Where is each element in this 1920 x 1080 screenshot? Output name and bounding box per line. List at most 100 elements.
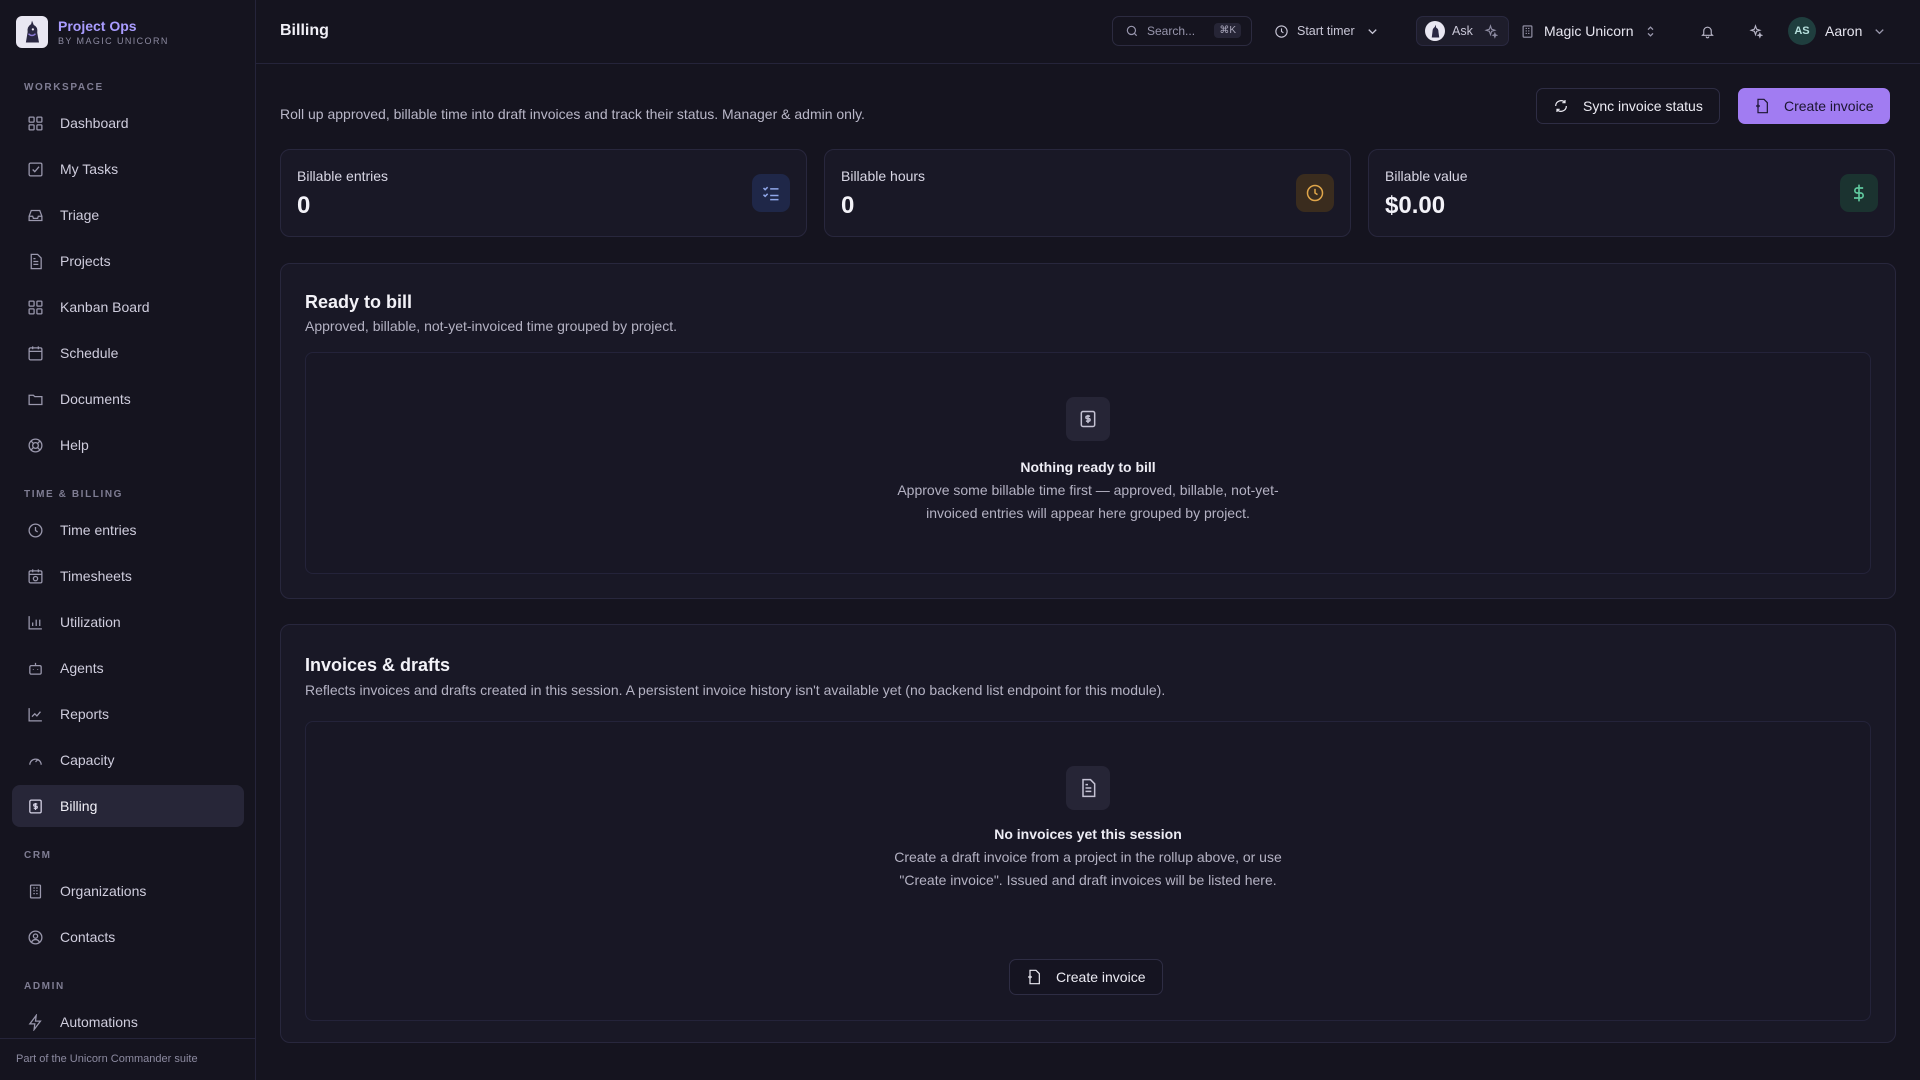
receipt-icon [1066, 397, 1110, 441]
sidebar-item-dashboard[interactable]: Dashboard [12, 102, 244, 144]
stat-label: Billable hours [841, 168, 926, 184]
sidebar-item-label: Documents [60, 391, 131, 407]
clock-icon [26, 521, 44, 539]
user-menu[interactable]: AS Aaron [1788, 16, 1887, 46]
panel-title: Invoices & drafts [305, 655, 451, 675]
sidebar-item-label: Organizations [60, 883, 147, 899]
folder-icon [26, 390, 44, 408]
stat-label: Billable entries [297, 168, 389, 184]
sidebar-item-label: Schedule [60, 345, 119, 361]
sidebar-item-organizations[interactable]: Organizations [12, 870, 244, 912]
ask-label: Ask [1452, 24, 1473, 38]
sidebar-item-label: Agents [60, 660, 104, 676]
create-invoice-label: Create invoice [1056, 969, 1146, 985]
org-switcher[interactable]: Magic Unicorn [1520, 16, 1658, 46]
section-label-workspace: WORKSPACE [24, 82, 104, 93]
assistant-avatar-icon [1425, 21, 1445, 41]
page-description: Roll up approved, billable time into dra… [280, 106, 865, 122]
line-chart-icon [26, 705, 44, 723]
search-shortcut: ⌘K [1214, 23, 1241, 38]
sidebar-item-label: Projects [60, 253, 111, 269]
stat-label: Billable value [1385, 168, 1468, 184]
section-label-time-billing: TIME & BILLING [24, 489, 124, 500]
section-label-crm: CRM [24, 850, 52, 861]
sidebar-item-documents[interactable]: Documents [12, 378, 244, 420]
notifications-button[interactable] [1692, 16, 1722, 46]
sidebar-item-reports[interactable]: Reports [12, 693, 244, 735]
empty-state: Nothing ready to bill Approve some billa… [305, 352, 1871, 574]
stat-card-billable-value: Billable value $0.00 [1368, 149, 1895, 237]
sidebar-item-my-tasks[interactable]: My Tasks [12, 148, 244, 190]
gauge-icon [26, 751, 44, 769]
calendar-clock-icon [26, 567, 44, 585]
sidebar-item-agents[interactable]: Agents [12, 647, 244, 689]
panel-subtitle: Reflects invoices and drafts created in … [305, 682, 1166, 698]
stat-value: 0 [297, 192, 311, 219]
list-check-icon [752, 174, 790, 212]
lifebuoy-icon [26, 436, 44, 454]
sidebar-item-capacity[interactable]: Capacity [12, 739, 244, 781]
file-plus-icon [1754, 98, 1784, 114]
stat-value: 0 [841, 192, 855, 219]
empty-state-description: Approve some billable time first — appro… [897, 482, 1279, 521]
top-bar: Billing Search... ⌘K Start timer Ask Mag… [256, 0, 1920, 64]
sidebar-item-label: Contacts [60, 929, 116, 945]
page-title: Billing [280, 22, 329, 39]
sidebar-item-kanban-board[interactable]: Kanban Board [12, 286, 244, 328]
create-invoice-label: Create invoice [1784, 98, 1874, 114]
create-invoice-empty-button[interactable]: Create invoice [1009, 959, 1163, 995]
ai-assist-button[interactable] [1740, 16, 1770, 46]
stat-value: $0.00 [1385, 192, 1446, 219]
sidebar-item-label: Billing [60, 798, 98, 814]
building-icon [26, 882, 44, 900]
sync-label: Sync invoice status [1583, 98, 1703, 114]
inbox-icon [26, 206, 44, 224]
user-circle-icon [26, 928, 44, 946]
sidebar-item-time-entries[interactable]: Time entries [12, 509, 244, 551]
clock-icon [1274, 24, 1289, 39]
sidebar-item-timesheets[interactable]: Timesheets [12, 555, 244, 597]
start-timer-button[interactable]: Start timer [1274, 16, 1380, 46]
calendar-icon [26, 344, 44, 362]
sidebar-item-label: Dashboard [60, 115, 129, 131]
stat-card-billable-hours: Billable hours 0 [824, 149, 1351, 237]
bell-icon [1700, 24, 1715, 39]
receipt-icon [26, 797, 44, 815]
avatar: AS [1788, 17, 1816, 45]
empty-state: No invoices yet this session Create a dr… [305, 721, 1871, 1021]
sparkles-icon [1483, 23, 1498, 39]
sidebar-item-contacts[interactable]: Contacts [12, 916, 244, 958]
sidebar-item-projects[interactable]: Projects [12, 240, 244, 282]
grid-icon [26, 114, 44, 132]
chevron-down-icon [1365, 24, 1380, 39]
dollar-icon [1840, 174, 1878, 212]
unicorn-logo-icon [16, 16, 48, 48]
brand[interactable]: Project Ops BY MAGIC UNICORN [16, 16, 169, 48]
sidebar-item-label: Utilization [60, 614, 121, 630]
sidebar-item-triage[interactable]: Triage [12, 194, 244, 236]
sidebar-item-label: Time entries [60, 522, 137, 538]
checkbox-icon [26, 160, 44, 178]
sidebar-item-billing[interactable]: Billing [12, 785, 244, 827]
chevrons-up-down-icon [1643, 24, 1658, 39]
create-invoice-button[interactable]: Create invoice [1738, 88, 1890, 124]
stat-card-billable-entries: Billable entries 0 [280, 149, 807, 237]
sync-invoice-status-button[interactable]: Sync invoice status [1536, 88, 1720, 124]
sidebar-item-automations[interactable]: Automations [12, 1001, 244, 1043]
search-icon [1125, 24, 1147, 38]
sidebar-item-label: Reports [60, 706, 110, 722]
ask-button[interactable]: Ask [1416, 16, 1509, 46]
zap-icon [26, 1013, 44, 1031]
brand-subtitle: BY MAGIC UNICORN [58, 35, 169, 46]
sidebar-item-schedule[interactable]: Schedule [12, 332, 244, 374]
panel-title: Ready to bill [305, 292, 413, 312]
brand-name: Project Ops [58, 17, 137, 34]
ready-to-bill-panel: Ready to bill Approved, billable, not-ye… [280, 263, 1896, 599]
building-icon [1520, 24, 1535, 39]
sidebar-item-help[interactable]: Help [12, 424, 244, 466]
sidebar-footer: Part of the Unicorn Commander suite [0, 1038, 256, 1080]
document-icon [26, 252, 44, 270]
sidebar-item-utilization[interactable]: Utilization [12, 601, 244, 643]
search-input[interactable]: Search... ⌘K [1112, 16, 1252, 46]
sidebar-item-label: Help [60, 437, 89, 453]
